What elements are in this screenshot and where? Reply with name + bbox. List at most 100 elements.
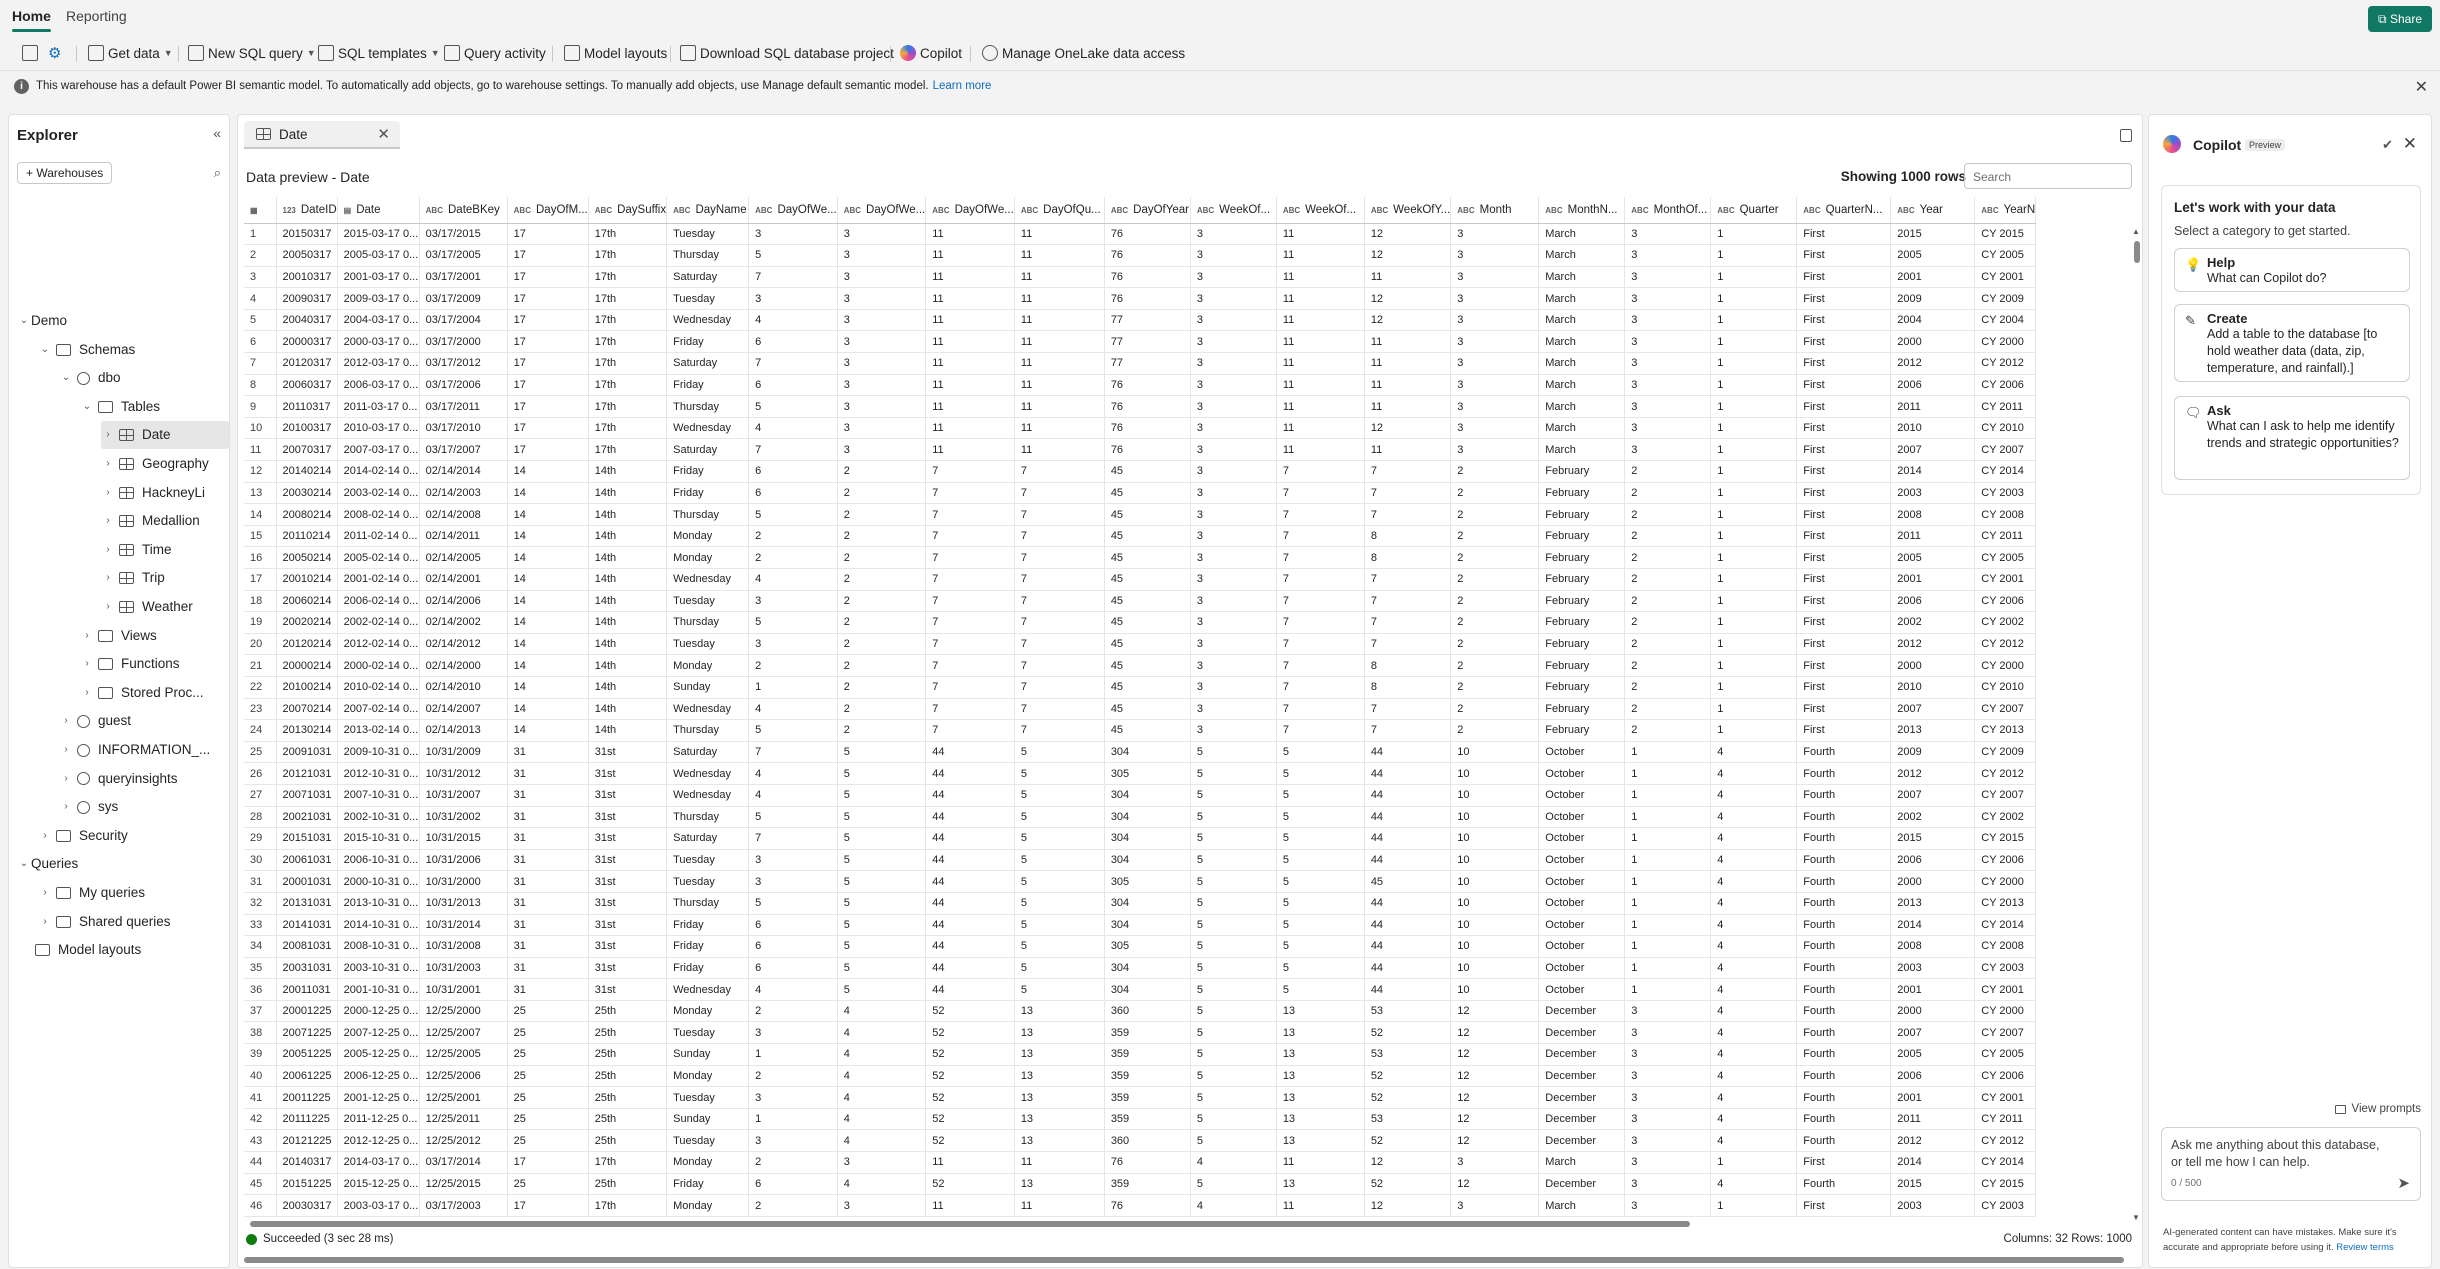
table-cell[interactable]: 10 [1450,978,1540,1001]
table-cell[interactable]: 13 [1014,1000,1105,1023]
table-cell[interactable]: 5 [1276,914,1365,937]
table-cell[interactable]: 2002-10-31 0... [337,806,420,829]
table-cell[interactable]: CY 2005 [1974,1043,2037,1066]
table-cell[interactable]: 4 [1710,741,1798,764]
chevron-down-icon[interactable]: ⌄ [38,336,52,364]
table-cell[interactable]: 1 [1710,223,1798,246]
table-cell[interactable]: Fourth [1796,762,1892,785]
table-cell[interactable]: 31st [588,849,668,872]
table-cell[interactable]: 20130214 [276,719,338,742]
tree-item-functions[interactable]: › Functions [80,650,229,678]
table-cell[interactable]: First [1796,438,1892,462]
table-cell[interactable]: 5 [837,957,927,980]
table-cell[interactable]: 6 [748,935,838,958]
table-row[interactable]: 12 20140214 2014-02-14 0... 02/14/2014 14 14t… [244,460,2037,483]
column-header[interactable]: ABC DayOfQu... [1014,197,1105,224]
new-item-icon[interactable] [22,42,38,64]
table-row[interactable]: 22 20100214 2010-02-14 0... 02/14/2010 14 14t… [244,676,2037,699]
table-cell[interactable]: 1 [1710,503,1798,526]
table-cell[interactable]: 52 [1364,1086,1452,1109]
chevron-down-icon[interactable]: ⌄ [17,307,31,335]
table-cell[interactable]: 7 [1364,590,1452,613]
table-cell[interactable]: 3 [837,438,927,462]
table-cell[interactable]: 4 [837,1086,927,1109]
chevron-right-icon[interactable]: › [59,736,73,764]
table-cell[interactable]: March [1538,1151,1626,1174]
table-cell[interactable]: 10 [1450,827,1540,850]
table-cell[interactable]: CY 2007 [1974,438,2037,462]
table-cell[interactable]: CY 2015 [1974,223,2037,246]
table-cell[interactable]: 12 [1364,223,1452,246]
table-cell[interactable]: CY 2000 [1974,1000,2037,1023]
table-cell[interactable]: 44 [1364,914,1452,937]
table-cell[interactable]: 7 [925,460,1015,483]
chevron-right-icon[interactable]: › [101,536,115,564]
table-cell[interactable]: 4 [1710,827,1798,850]
table-cell[interactable]: 2005-02-14 0... [337,546,420,569]
table-cell[interactable]: 10/31/2015 [419,827,508,850]
table-cell[interactable]: 20150317 [276,223,338,246]
table-cell[interactable]: 4 [1710,978,1798,1001]
table-cell[interactable]: 20120317 [276,352,338,375]
table-cell[interactable]: 1 [1710,460,1798,483]
row-number[interactable]: 14 [244,503,277,526]
table-cell[interactable]: 44 [1364,978,1452,1001]
table-cell[interactable]: 44 [925,892,1015,915]
table-cell[interactable]: 14 [507,546,589,569]
row-number[interactable]: 42 [244,1108,277,1131]
table-cell[interactable]: 17 [507,352,589,375]
table-cell[interactable]: February [1538,698,1626,721]
table-cell[interactable]: CY 2008 [1974,503,2037,526]
table-cell[interactable]: 44 [1364,892,1452,915]
table-cell[interactable]: 20060214 [276,590,338,613]
table-cell[interactable]: March [1538,266,1626,289]
table-cell[interactable]: 7 [1014,460,1105,483]
scroll-thumb[interactable] [244,1257,2124,1263]
table-cell[interactable]: 31 [507,849,589,872]
table-cell[interactable]: 11 [1014,374,1105,397]
table-cell[interactable]: 7 [925,633,1015,656]
tree-item-my-queries[interactable]: › My queries [38,879,229,907]
table-cell[interactable]: 2 [837,546,927,569]
table-cell[interactable]: 7 [925,590,1015,613]
row-number[interactable]: 22 [244,676,277,699]
table-cell[interactable]: 17th [588,395,668,418]
table-cell[interactable]: 11 [925,287,1015,310]
table-cell[interactable]: 2 [1624,633,1712,656]
table-cell[interactable]: 3 [837,417,927,440]
table-cell[interactable]: 3 [1450,417,1540,440]
table-cell[interactable]: 20120214 [276,633,338,656]
table-cell[interactable]: 3 [748,287,838,310]
table-cell[interactable]: 10/31/2009 [419,741,508,764]
table-cell[interactable]: 2012 [1890,352,1976,375]
table-cell[interactable]: 2013-10-31 0... [337,892,420,915]
table-cell[interactable]: 7 [925,698,1015,721]
table-cell[interactable]: 1 [1710,395,1798,418]
table-cell[interactable]: 52 [925,1173,1015,1196]
table-cell[interactable]: 25 [507,1108,589,1131]
table-cell[interactable]: 12 [1450,1129,1540,1153]
table-cell[interactable]: CY 2006 [1974,1065,2037,1088]
table-cell[interactable]: 7 [1364,568,1452,591]
row-number[interactable]: 15 [244,525,277,548]
tree-item-date[interactable]: › Date [101,421,229,450]
table-cell[interactable]: 2012 [1890,1129,1976,1153]
table-cell[interactable]: 7 [1014,503,1105,526]
table-cell[interactable]: 31st [588,806,668,829]
table-cell[interactable]: 2000 [1890,1000,1976,1023]
table-cell[interactable]: 6 [748,374,838,397]
table-cell[interactable]: 2006 [1890,849,1976,872]
table-cell[interactable]: 44 [1364,762,1452,785]
table-cell[interactable]: 12/25/2007 [419,1021,508,1045]
table-cell[interactable]: Fourth [1796,870,1892,893]
chevron-right-icon[interactable]: › [38,908,52,936]
table-cell[interactable]: 5 [1190,978,1277,1001]
add-warehouses-button[interactable]: + Warehouses [17,162,113,184]
row-number[interactable]: 16 [244,546,277,569]
table-cell[interactable]: 2012-10-31 0... [337,762,420,785]
table-cell[interactable]: CY 2015 [1974,1173,2037,1196]
row-number[interactable]: 8 [244,374,277,397]
row-number[interactable]: 24 [244,719,277,742]
table-cell[interactable]: 11 [1364,330,1452,354]
table-cell[interactable]: 11 [925,395,1015,418]
